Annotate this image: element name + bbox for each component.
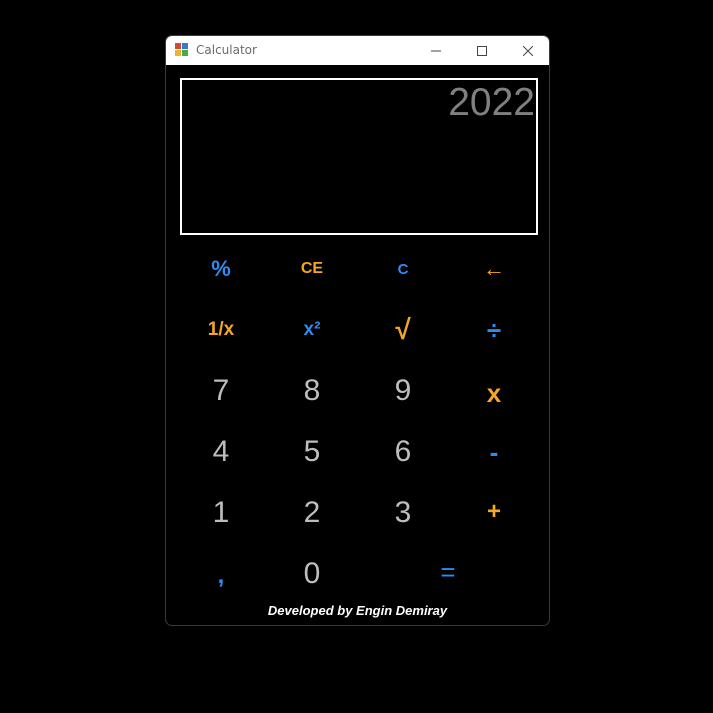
equals-button[interactable]: = (408, 550, 488, 594)
digit-4-button[interactable]: 4 (181, 430, 261, 474)
calculator-app-icon (175, 43, 188, 56)
minimize-button[interactable] (413, 36, 459, 65)
divide-button[interactable]: ÷ (454, 308, 534, 352)
backspace-button[interactable]: ← (454, 247, 534, 291)
clear-entry-button[interactable]: CE (272, 247, 352, 291)
percent-button[interactable]: % (181, 247, 261, 291)
developer-credit: Developed by Engin Demiray (267, 603, 448, 618)
digit-3-button[interactable]: 3 (363, 491, 443, 535)
decimal-comma-button[interactable]: , (181, 554, 261, 598)
digit-7-button[interactable]: 7 (181, 369, 261, 413)
clear-button[interactable]: C (363, 247, 443, 291)
minimize-icon (431, 50, 441, 51)
reciprocal-button[interactable]: 1/x (181, 308, 261, 352)
digit-9-button[interactable]: 9 (363, 369, 443, 413)
result-display: 2022 (180, 78, 538, 235)
display-value: 2022 (448, 81, 535, 124)
digit-5-button[interactable]: 5 (272, 430, 352, 474)
minus-button[interactable]: - (454, 430, 534, 474)
maximize-icon (477, 45, 487, 56)
multiply-button[interactable]: x (454, 371, 534, 415)
digit-8-button[interactable]: 8 (272, 369, 352, 413)
digit-6-button[interactable]: 6 (363, 430, 443, 474)
close-icon (523, 45, 533, 56)
calculator-window: Calculator 2022 % CE C ← 1/x x² √ ÷ 7 8 … (165, 35, 550, 626)
title-bar[interactable]: Calculator (166, 36, 549, 65)
maximize-button[interactable] (459, 36, 505, 65)
digit-0-button[interactable]: 0 (272, 552, 352, 596)
close-button[interactable] (505, 36, 549, 65)
window-title: Calculator (196, 43, 257, 57)
square-root-button[interactable]: √ (363, 308, 443, 352)
digit-2-button[interactable]: 2 (272, 491, 352, 535)
square-button[interactable]: x² (272, 308, 352, 352)
plus-button[interactable]: + (454, 490, 534, 534)
digit-1-button[interactable]: 1 (181, 491, 261, 535)
